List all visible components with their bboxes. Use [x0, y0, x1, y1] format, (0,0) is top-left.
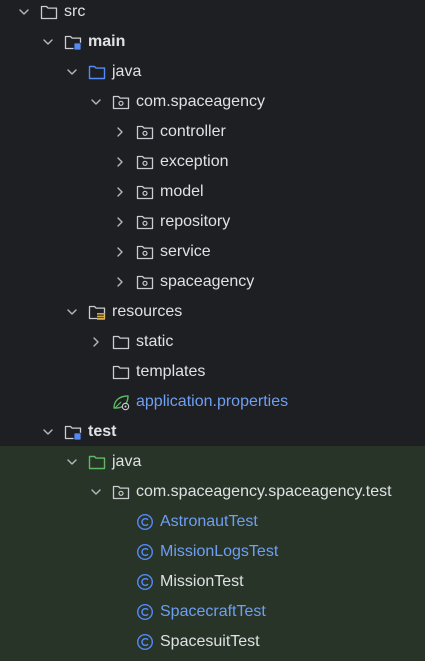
tree-node-main-java[interactable]: java	[0, 57, 425, 87]
chevron-right-icon[interactable]	[90, 336, 102, 348]
package-icon	[136, 243, 154, 261]
chevron-down-icon[interactable]	[42, 426, 54, 438]
folder-icon	[112, 333, 130, 351]
tree-node-test-java[interactable]: java	[0, 447, 425, 477]
module-folder-icon	[64, 423, 82, 441]
folder-icon	[112, 363, 130, 381]
tree-node-templates[interactable]: templates	[0, 357, 425, 387]
tree-node-label: MissionLogsTest	[160, 543, 279, 560]
tree-node-service[interactable]: service	[0, 237, 425, 267]
spring-properties-icon	[112, 393, 130, 411]
resources-folder-icon	[88, 303, 106, 321]
tree-node-com-spaceagency[interactable]: com.spaceagency	[0, 87, 425, 117]
tree-node-mission-test[interactable]: MissionTest	[0, 567, 425, 597]
tree-node-static[interactable]: static	[0, 327, 425, 357]
tree-node-label: repository	[160, 213, 231, 230]
chevron-down-icon[interactable]	[66, 66, 78, 78]
package-icon	[136, 213, 154, 231]
module-folder-icon	[64, 33, 82, 51]
tree-node-label: model	[160, 183, 204, 200]
class-icon	[136, 633, 154, 651]
tree-node-label: templates	[136, 363, 206, 380]
package-icon	[112, 93, 130, 111]
tree-node-label: src	[64, 3, 86, 20]
tree-node-label: com.spaceagency.spaceagency.test	[136, 483, 392, 500]
tree-node-label: java	[112, 63, 142, 80]
chevron-right-icon[interactable]	[114, 156, 126, 168]
tree-node-label: resources	[112, 303, 183, 320]
tree-node-resources[interactable]: resources	[0, 297, 425, 327]
chevron-down-icon[interactable]	[66, 456, 78, 468]
tree-node-model[interactable]: model	[0, 177, 425, 207]
tree-node-mission-logs-test[interactable]: MissionLogsTest	[0, 537, 425, 567]
chevron-right-icon[interactable]	[114, 276, 126, 288]
tree-node-label: test	[88, 423, 117, 440]
chevron-down-icon[interactable]	[18, 6, 30, 18]
tree-node-label: java	[112, 453, 142, 470]
tree-node-com-spaceagency-spaceagency-test[interactable]: com.spaceagency.spaceagency.test	[0, 477, 425, 507]
tree-node-src[interactable]: src	[0, 0, 425, 27]
tree-node-exception[interactable]: exception	[0, 147, 425, 177]
source-folder-icon	[88, 63, 106, 81]
class-icon	[136, 543, 154, 561]
tree-node-label: static	[136, 333, 174, 350]
class-icon	[136, 573, 154, 591]
folder-icon	[40, 3, 58, 21]
tree-node-spacecraft-test[interactable]: SpacecraftTest	[0, 597, 425, 627]
class-icon	[136, 603, 154, 621]
chevron-down-icon[interactable]	[66, 306, 78, 318]
tree-node-label: MissionTest	[160, 573, 244, 590]
chevron-right-icon[interactable]	[114, 216, 126, 228]
chevron-down-icon[interactable]	[90, 96, 102, 108]
package-icon	[136, 153, 154, 171]
tree-node-label: controller	[160, 123, 226, 140]
tree-node-label: com.spaceagency	[136, 93, 265, 110]
tree-node-main[interactable]: main	[0, 27, 425, 57]
tree-node-controller[interactable]: controller	[0, 117, 425, 147]
tree-node-label: application.properties	[136, 393, 289, 410]
tree-node-spacesuit-test[interactable]: SpacesuitTest	[0, 627, 425, 657]
project-tree: src main java com.spaceagency controller exce…	[0, 0, 425, 661]
tree-node-label: main	[88, 33, 126, 50]
test-folder-icon	[88, 453, 106, 471]
package-icon	[136, 123, 154, 141]
tree-node-application-properties[interactable]: application.properties	[0, 387, 425, 417]
chevron-right-icon[interactable]	[114, 126, 126, 138]
tree-node-label: AstronautTest	[160, 513, 258, 530]
tree-node-label: service	[160, 243, 211, 260]
class-icon	[136, 513, 154, 531]
chevron-down-icon[interactable]	[42, 36, 54, 48]
package-icon	[136, 183, 154, 201]
package-icon	[136, 273, 154, 291]
tree-node-label: spaceagency	[160, 273, 255, 290]
tree-node-label: exception	[160, 153, 229, 170]
tree-node-spaceagency[interactable]: spaceagency	[0, 267, 425, 297]
tree-node-label: SpacecraftTest	[160, 603, 266, 620]
chevron-right-icon[interactable]	[114, 246, 126, 258]
chevron-down-icon[interactable]	[90, 486, 102, 498]
tree-node-repository[interactable]: repository	[0, 207, 425, 237]
tree-node-astronaut-test[interactable]: AstronautTest	[0, 507, 425, 537]
tree-node-test[interactable]: test	[0, 417, 425, 447]
tree-node-label: SpacesuitTest	[160, 633, 260, 650]
chevron-right-icon[interactable]	[114, 186, 126, 198]
package-icon	[112, 483, 130, 501]
